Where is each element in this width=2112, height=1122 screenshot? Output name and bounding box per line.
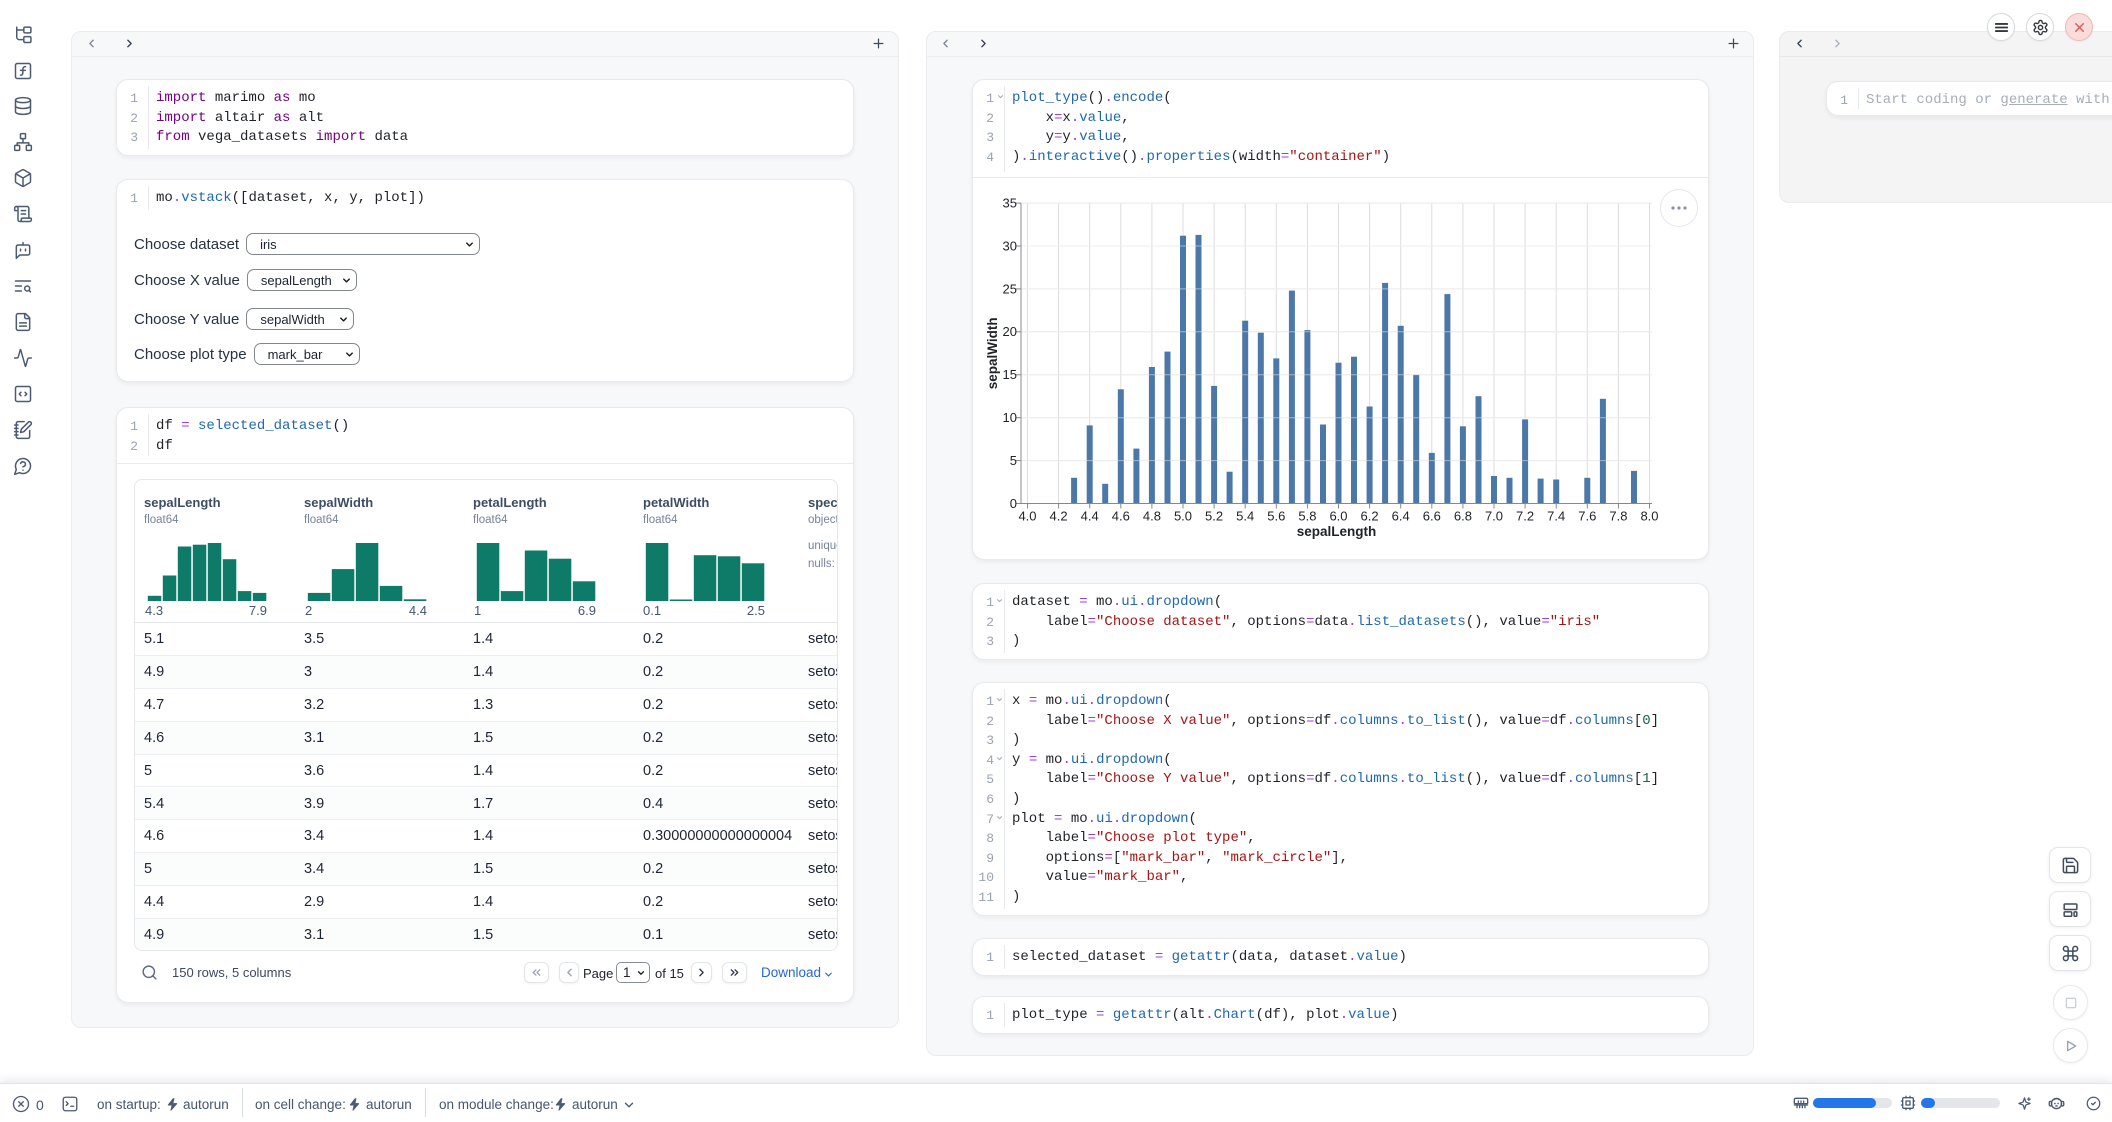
svg-text:30: 30 <box>1003 238 1017 253</box>
svg-text:0: 0 <box>1010 496 1017 511</box>
svg-text:7.8: 7.8 <box>1609 509 1627 524</box>
svg-text:7.4: 7.4 <box>1547 509 1565 524</box>
svg-text:4.8: 4.8 <box>1143 509 1161 524</box>
svg-text:25: 25 <box>1003 281 1017 296</box>
svg-text:4.4: 4.4 <box>1081 509 1099 524</box>
svg-text:7.0: 7.0 <box>1485 509 1503 524</box>
svg-text:4.6: 4.6 <box>1112 509 1130 524</box>
svg-text:6.8: 6.8 <box>1454 509 1472 524</box>
svg-text:5.8: 5.8 <box>1298 509 1316 524</box>
svg-text:35: 35 <box>1003 196 1017 211</box>
svg-text:sepalWidth: sepalWidth <box>985 317 1000 389</box>
svg-text:6.2: 6.2 <box>1361 509 1379 524</box>
svg-text:8.0: 8.0 <box>1640 509 1658 524</box>
svg-text:6.6: 6.6 <box>1423 509 1441 524</box>
svg-text:20: 20 <box>1003 324 1017 339</box>
svg-text:7.2: 7.2 <box>1516 509 1534 524</box>
svg-text:4.2: 4.2 <box>1050 509 1068 524</box>
svg-text:6.0: 6.0 <box>1329 509 1347 524</box>
svg-text:6.4: 6.4 <box>1392 509 1410 524</box>
svg-text:5.2: 5.2 <box>1205 509 1223 524</box>
svg-text:5: 5 <box>1010 453 1017 468</box>
svg-text:sepalLength: sepalLength <box>1297 524 1377 539</box>
svg-text:5.4: 5.4 <box>1236 509 1254 524</box>
svg-text:5.6: 5.6 <box>1267 509 1285 524</box>
svg-text:15: 15 <box>1003 367 1017 382</box>
svg-text:5.0: 5.0 <box>1174 509 1192 524</box>
svg-text:10: 10 <box>1003 410 1017 425</box>
svg-text:7.6: 7.6 <box>1578 509 1596 524</box>
svg-text:4.0: 4.0 <box>1018 509 1036 524</box>
